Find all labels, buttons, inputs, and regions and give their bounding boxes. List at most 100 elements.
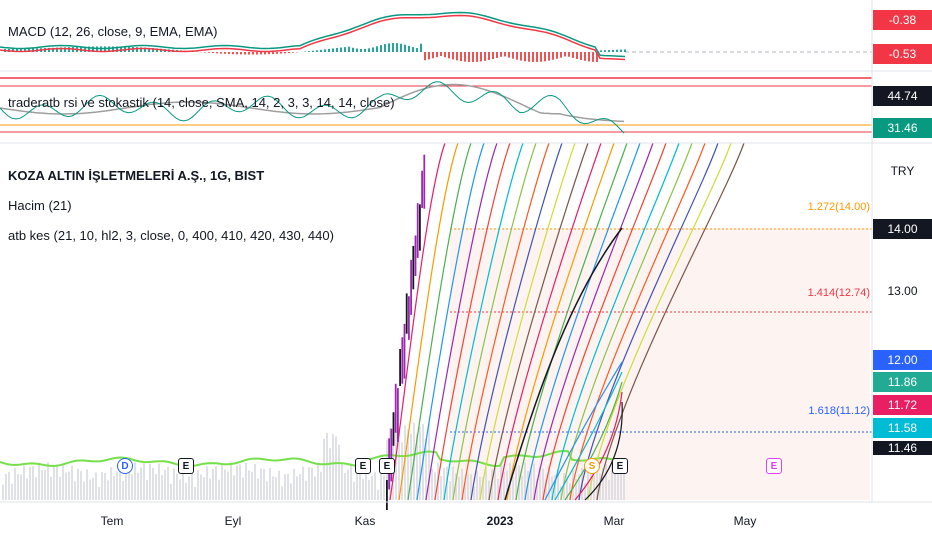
volume-bar	[212, 469, 214, 500]
volume-bar	[458, 477, 460, 500]
macd-histogram-bar	[340, 48, 342, 52]
volume-bar	[224, 470, 226, 500]
volume-label[interactable]: Hacim (21)	[8, 198, 72, 213]
macd-histogram-bar	[220, 52, 222, 54]
macd-histogram-bar	[464, 52, 466, 62]
volume-bar	[188, 476, 190, 500]
currency-label: TRY	[873, 164, 932, 178]
volume-bar	[347, 470, 349, 500]
volume-bar	[47, 462, 49, 500]
volume-bar	[287, 474, 289, 500]
volume-bar	[53, 465, 55, 500]
volume-bar	[173, 468, 175, 500]
volume-bar	[143, 463, 145, 500]
volume-bar	[11, 484, 13, 500]
chart-stage[interactable]: MACD (12, 26, close, 9, EMA, EMA) -0.38 …	[0, 0, 932, 550]
earnings-marker[interactable]: E	[379, 458, 395, 474]
volume-bar	[350, 465, 352, 500]
price-candle	[415, 236, 417, 277]
macd-histogram-bar	[520, 52, 522, 61]
volume-bar	[5, 474, 7, 500]
macd-histogram-bar	[212, 52, 214, 53]
macd-histogram-bar	[556, 52, 558, 59]
macd-histogram-bar	[288, 52, 290, 53]
volume-bar	[278, 471, 280, 500]
macd-histogram-bar	[228, 52, 230, 54]
macd-histogram-bar	[376, 46, 378, 52]
macd-histogram-bar	[592, 52, 594, 62]
macd-histogram-bar	[428, 52, 430, 59]
macd-histogram-bar	[392, 43, 394, 52]
volume-bar	[230, 462, 232, 500]
time-label-tem: Tem	[101, 514, 124, 528]
macd-histogram-bar	[548, 52, 550, 61]
volume-bar	[92, 478, 94, 500]
volume-bar	[308, 467, 310, 500]
split-marker[interactable]: S	[584, 458, 600, 474]
volume-bar	[158, 463, 160, 500]
volume-bar	[149, 464, 151, 500]
volume-bar	[296, 476, 298, 500]
volume-bar	[440, 476, 442, 500]
earnings-marker[interactable]: E	[355, 458, 371, 474]
volume-bar	[137, 473, 139, 500]
volume-bar	[194, 487, 196, 500]
macd-histogram-bar	[436, 52, 438, 57]
volume-bar	[2, 485, 4, 500]
macd-histogram-bar	[356, 49, 358, 52]
macd-histogram-bar	[484, 52, 486, 61]
volume-bar	[242, 478, 244, 500]
volume-bar	[59, 477, 61, 500]
macd-histogram-bar	[552, 52, 554, 60]
volume-bar	[521, 476, 523, 500]
macd-histogram-bar	[616, 50, 618, 52]
price-candle	[399, 349, 401, 386]
earnings-marker[interactable]: E	[178, 458, 194, 474]
macd-histogram-bar	[500, 52, 502, 57]
volume-bar	[32, 466, 34, 500]
volume-bar	[74, 481, 76, 500]
price-candle	[406, 293, 408, 333]
fib-label-1272: 1.272(14.00)	[808, 201, 870, 213]
volume-bar	[176, 474, 178, 500]
volume-bar	[377, 490, 379, 500]
indicator-label[interactable]: atb kes (21, 10, hl2, 3, close, 0, 400, …	[8, 228, 334, 243]
macd-histogram-bar	[496, 52, 498, 58]
macd-histogram-bar	[544, 52, 546, 61]
macd-histogram-bar	[600, 50, 602, 52]
macd-histogram-bar	[528, 52, 530, 62]
macd-histogram-bar	[432, 52, 434, 58]
volume-bar	[116, 471, 118, 500]
volume-bar	[383, 475, 385, 500]
volume-bar	[257, 479, 259, 500]
volume-bar	[503, 471, 505, 500]
rsi-label: traderatb rsi ve stokastik (14, close, S…	[8, 95, 395, 110]
volume-bar	[245, 463, 247, 500]
macd-histogram-bar	[440, 52, 442, 56]
price-candle	[419, 204, 421, 250]
macd-price-tag: -0.38	[873, 10, 932, 30]
volume-bar	[449, 481, 451, 500]
dividend-marker[interactable]: D	[117, 458, 133, 474]
volume-bar	[512, 477, 514, 500]
price-candle	[408, 296, 410, 340]
macd-histogram-bar	[292, 52, 294, 53]
macd-histogram-bar	[448, 52, 450, 58]
rsi-price-tag: 31.46	[873, 118, 932, 138]
time-label-2023: 2023	[487, 514, 514, 528]
chart-canvas[interactable]	[0, 0, 932, 550]
macd-histogram-bar	[244, 52, 246, 55]
symbol-title[interactable]: KOZA ALTIN İŞLETMELERİ A.Ş., 1G, BIST	[8, 168, 264, 183]
volume-bar	[8, 472, 10, 500]
macd-histogram-bar	[568, 52, 570, 57]
macd-histogram-bar	[216, 52, 218, 53]
volume-bar	[269, 468, 271, 500]
earnings-marker-future[interactable]: E	[766, 458, 782, 474]
volume-bar	[338, 445, 340, 500]
earnings-marker[interactable]: E	[612, 458, 628, 474]
macd-histogram-bar	[480, 52, 482, 61]
price-candle	[421, 171, 423, 208]
volume-bar	[107, 480, 109, 500]
price-candle	[395, 384, 397, 433]
volume-bar	[95, 473, 97, 500]
